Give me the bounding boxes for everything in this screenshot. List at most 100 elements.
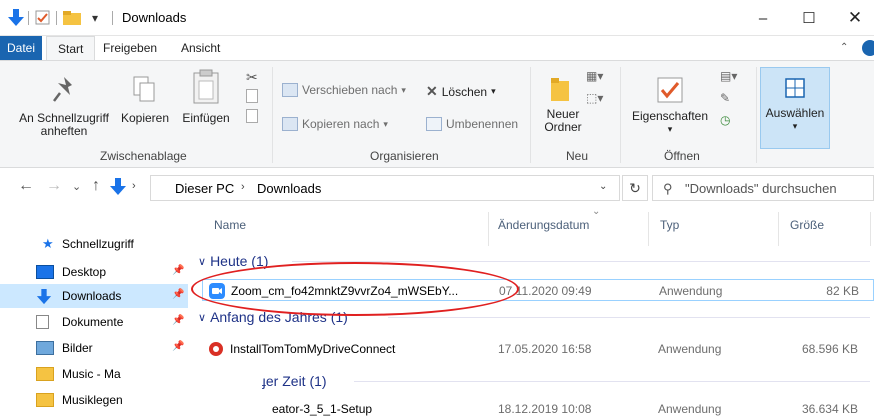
tab-ansicht[interactable]: Ansicht <box>170 36 231 60</box>
copy-path-button[interactable] <box>246 89 258 103</box>
column-header-type[interactable]: Typ <box>660 218 679 232</box>
open-icon: ▤▾ <box>720 69 738 83</box>
select-grid-icon <box>785 78 805 98</box>
back-arrow-icon[interactable]: ← <box>18 177 34 195</box>
search-placeholder: "Downloads" durchsuchen <box>685 181 837 196</box>
group-header-earlier-this-year[interactable]: ∨ Anfang des Jahres (1) <box>198 307 348 327</box>
easy-access-button[interactable]: ⬚▾ <box>586 91 603 105</box>
breadcrumb-downloads[interactable]: Downloads <box>257 181 321 196</box>
copy-to-icon <box>282 117 298 131</box>
copy-icon <box>133 76 155 102</box>
nav-quick-access[interactable]: ★ Schnellzugriff <box>0 232 188 256</box>
copy-to-button[interactable]: Kopieren nach ▾ <box>282 117 388 131</box>
file-type: Anwendung <box>659 284 723 298</box>
forward-arrow-icon[interactable]: → <box>46 177 62 195</box>
rename-button[interactable]: Umbenennen <box>426 117 518 131</box>
file-type: Anwendung <box>658 402 722 416</box>
title-bar: ▾ Downloads – ☐ ✕ <box>0 0 874 36</box>
tab-freigeben[interactable]: Freigeben <box>92 36 168 60</box>
new-folder-quick-icon[interactable] <box>62 8 82 28</box>
pin-quick-access-button[interactable]: An Schnellzugriff anheften <box>6 75 122 138</box>
nav-item-downloads[interactable]: Downloads 📌 <box>0 284 188 308</box>
group-label-clipboard: Zwischenablage <box>100 149 187 163</box>
new-item-button[interactable]: ▦▾ <box>586 69 603 83</box>
refresh-button[interactable]: ↻ <box>622 175 648 201</box>
file-name: Zoom_cm_fo42mnktZ9vvrZo4_mWSEbY... <box>231 284 459 298</box>
quick-access-dropdown-icon[interactable]: ▾ <box>92 8 104 28</box>
nav-item-music-ma[interactable]: Music - Ma <box>0 362 188 386</box>
downloads-location-icon <box>110 178 126 199</box>
group-header-earlier[interactable]: ɟer Zeit (1) <box>262 371 327 391</box>
file-list: Name ⌄ Änderungsdatum Typ Größe ∨ Heute … <box>188 206 874 419</box>
paste-shortcut-button[interactable] <box>246 109 258 123</box>
search-input[interactable]: ⚲ "Downloads" durchsuchen <box>652 175 874 201</box>
chevron-down-icon: ▾ <box>383 118 388 129</box>
clipboard-icon <box>193 69 219 104</box>
file-date: 07.11.2020 09:49 <box>499 284 592 298</box>
file-size: 36.634 KB <box>801 402 858 416</box>
group-label-new: Neu <box>566 149 589 163</box>
copy-button[interactable]: Kopieren <box>116 75 174 125</box>
nav-item-musiklegen[interactable]: Musiklegen <box>0 388 188 412</box>
pin-icon <box>53 77 72 102</box>
column-header-name[interactable]: Name <box>214 218 246 232</box>
address-dropdown-icon[interactable]: ⌄ <box>599 181 607 192</box>
nav-item-pictures[interactable]: Bilder 📌 <box>0 336 188 360</box>
close-button[interactable]: ✕ <box>832 0 874 36</box>
new-item-icon: ▦▾ <box>586 69 604 83</box>
address-bar[interactable]: Dieser PC › Downloads ⌄ <box>150 175 620 201</box>
nav-item-documents[interactable]: Dokumente 📌 <box>0 310 188 334</box>
recent-locations-icon[interactable]: ⌄ <box>72 180 81 193</box>
download-arrow-icon[interactable] <box>8 8 26 28</box>
file-date: 17.05.2020 16:58 <box>498 342 592 356</box>
pin-icon: 📌 <box>172 341 185 352</box>
ribbon-collapse-icon[interactable]: ⌃ <box>840 42 848 53</box>
paste-button[interactable]: Einfügen <box>176 69 236 125</box>
window-title: Downloads <box>122 10 187 25</box>
delete-button[interactable]: ✕ Löschen ▾ <box>426 83 496 100</box>
file-size: 68.596 KB <box>801 342 858 356</box>
edit-button[interactable]: ✎ <box>720 91 730 105</box>
up-arrow-icon[interactable]: ↑ <box>92 177 100 195</box>
file-size: 82 KB <box>826 284 859 298</box>
help-icon[interactable] <box>862 40 874 56</box>
nav-item-desktop[interactable]: Desktop 📌 <box>0 260 188 284</box>
group-label-organize: Organisieren <box>370 149 439 163</box>
breadcrumb-dieser-pc[interactable]: Dieser PC <box>175 181 234 196</box>
chevron-down-icon: ▾ <box>667 124 673 134</box>
cut-button[interactable]: ✂ <box>246 69 258 86</box>
column-header-size[interactable]: Größe <box>790 218 824 232</box>
breadcrumb-chevron-icon: › <box>132 180 136 192</box>
column-header-date[interactable]: Änderungsdatum <box>498 218 589 232</box>
properties-icon <box>657 77 683 103</box>
minimize-button[interactable]: – <box>740 0 786 36</box>
address-row: ← → ⌄ ↑ › Dieser PC › Downloads ⌄ ↻ ⚲ "D… <box>0 168 874 208</box>
sort-indicator-icon: ⌄ <box>592 206 601 217</box>
history-button[interactable]: ◷ <box>720 113 730 127</box>
new-folder-icon <box>551 78 569 101</box>
file-row[interactable]: InstallTomTomMyDriveConnect 17.05.2020 1… <box>202 338 874 360</box>
documents-icon <box>36 315 49 329</box>
navigation-pane: ★ Schnellzugriff Desktop 📌 Downloads 📌 D… <box>0 208 188 419</box>
select-button[interactable]: Auswählen ▾ <box>760 67 830 149</box>
move-to-icon <box>282 83 298 97</box>
file-type: Anwendung <box>658 342 722 356</box>
file-row[interactable]: eator-3_5_1-Setup 18.12.2019 10:08 Anwen… <box>202 398 874 419</box>
properties-quick-icon[interactable] <box>35 8 51 28</box>
file-name: eator-3_5_1-Setup <box>272 402 373 416</box>
chevron-down-icon: ∨ <box>198 311 207 324</box>
tomtom-installer-icon <box>208 341 224 357</box>
pictures-icon <box>36 341 54 355</box>
group-label-open: Öffnen <box>664 149 700 163</box>
new-folder-button[interactable]: Neuer Ordner <box>540 75 586 134</box>
file-row[interactable]: Zoom_cm_fo42mnktZ9vvrZo4_mWSEbY... 07.11… <box>202 279 874 301</box>
open-button[interactable]: ▤▾ <box>720 69 737 83</box>
move-to-button[interactable]: Verschieben nach ▾ <box>282 83 406 97</box>
breadcrumb-chevron-icon[interactable]: › <box>241 181 245 193</box>
maximize-button[interactable]: ☐ <box>786 0 832 36</box>
tab-datei[interactable]: Datei <box>0 36 42 60</box>
properties-button[interactable]: Eigenschaften ▾ <box>628 75 712 136</box>
chevron-down-icon: ▾ <box>401 84 406 95</box>
group-header-today[interactable]: ∨ Heute (1) <box>198 251 268 271</box>
tab-start[interactable]: Start <box>46 36 96 60</box>
